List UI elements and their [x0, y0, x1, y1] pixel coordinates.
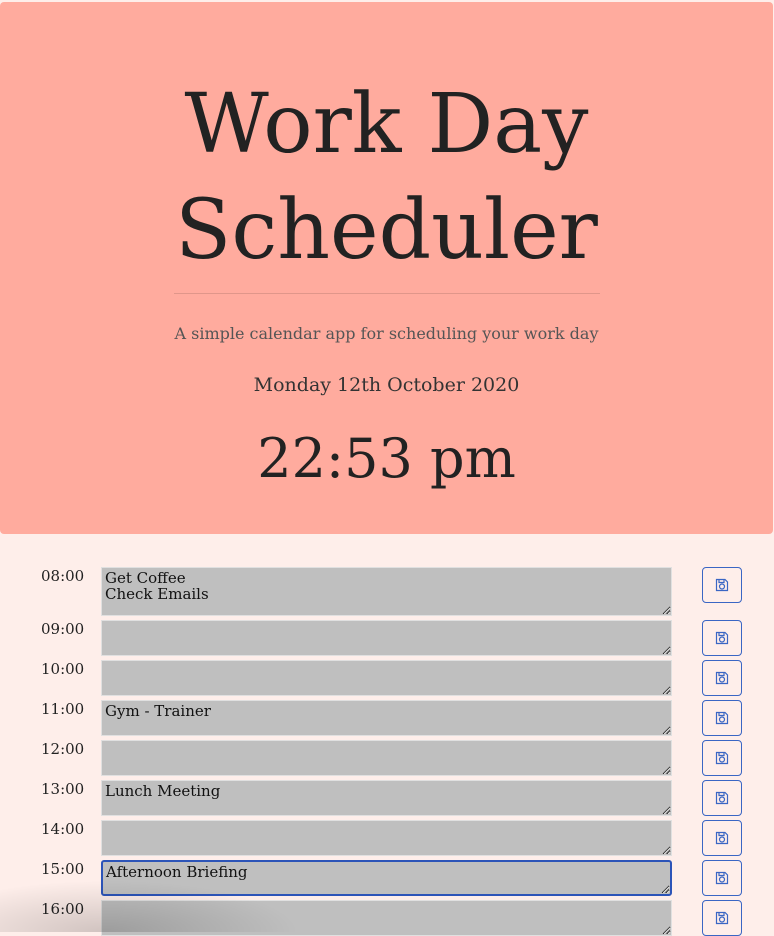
floppy-disk-icon	[715, 831, 729, 845]
resize-grip-icon[interactable]	[662, 686, 670, 694]
event-textarea[interactable]	[101, 660, 672, 696]
floppy-disk-icon	[715, 711, 729, 725]
save-button[interactable]	[702, 700, 742, 736]
floppy-disk-icon	[715, 911, 729, 925]
resize-grip-icon[interactable]	[662, 606, 670, 614]
header-jumbotron: Work Day Scheduler A simple calendar app…	[0, 2, 773, 534]
header-divider	[174, 293, 600, 294]
event-textarea[interactable]	[101, 740, 672, 776]
resize-grip-icon[interactable]	[662, 726, 670, 734]
floppy-disk-icon	[715, 631, 729, 645]
schedule-container: 08:00 Get Coffee Check Emails 09:00 10:00 11…	[0, 534, 774, 936]
floppy-disk-icon	[715, 791, 729, 805]
floppy-disk-icon	[715, 871, 729, 885]
floppy-disk-icon	[715, 751, 729, 765]
save-button[interactable]	[702, 860, 742, 896]
floppy-disk-icon	[715, 578, 729, 592]
resize-grip-icon[interactable]	[662, 806, 670, 814]
hour-label: 11:00	[41, 700, 85, 718]
hour-label: 16:00	[41, 900, 85, 918]
hour-label: 14:00	[41, 820, 85, 838]
event-textarea[interactable]: Afternoon Briefing	[101, 860, 672, 896]
hour-label: 15:00	[41, 860, 85, 878]
event-textarea[interactable]	[101, 620, 672, 656]
resize-grip-icon[interactable]	[662, 926, 670, 934]
hour-label: 08:00	[41, 567, 85, 585]
event-textarea[interactable]: Get Coffee Check Emails	[101, 567, 672, 616]
event-textarea[interactable]: Lunch Meeting	[101, 780, 672, 816]
save-button[interactable]	[702, 820, 742, 856]
page-subtitle: A simple calendar app for scheduling you…	[174, 324, 599, 343]
hour-label: 09:00	[41, 620, 85, 638]
event-textarea[interactable]: Gym - Trainer	[101, 700, 672, 736]
save-button[interactable]	[702, 900, 742, 936]
hour-label: 12:00	[41, 740, 85, 758]
save-button[interactable]	[702, 740, 742, 776]
save-button[interactable]	[702, 620, 742, 656]
hour-label: 10:00	[41, 660, 85, 678]
save-button[interactable]	[702, 660, 742, 696]
resize-grip-icon[interactable]	[661, 885, 669, 893]
current-date: Monday 12th October 2020	[253, 374, 520, 396]
floppy-disk-icon	[715, 671, 729, 685]
page-title: Work Day Scheduler	[175, 77, 598, 278]
event-textarea[interactable]	[101, 900, 672, 936]
resize-grip-icon[interactable]	[662, 646, 670, 654]
event-textarea[interactable]	[101, 820, 672, 856]
save-button[interactable]	[702, 567, 742, 603]
current-time: 22:53 pm	[257, 427, 516, 490]
resize-grip-icon[interactable]	[662, 846, 670, 854]
hour-label: 13:00	[41, 780, 85, 798]
save-button[interactable]	[702, 780, 742, 816]
resize-grip-icon[interactable]	[662, 766, 670, 774]
